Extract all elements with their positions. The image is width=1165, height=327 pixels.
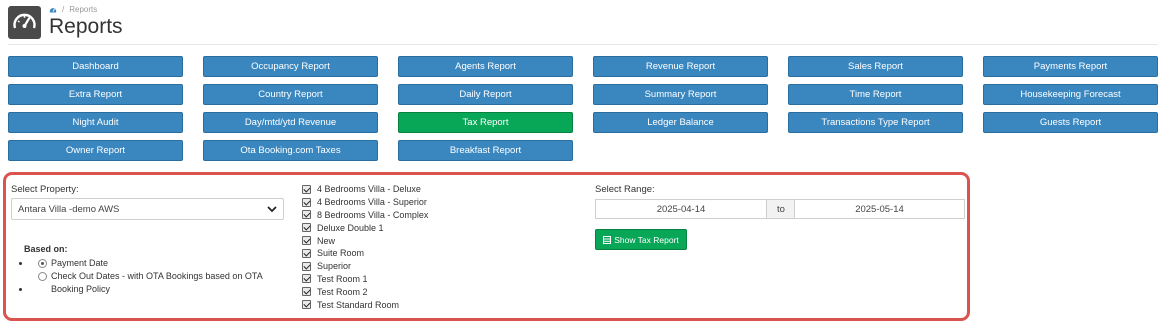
room-label: 4 Bedrooms Villa - Superior — [317, 197, 427, 208]
report-button-summary-report[interactable]: Summary Report — [593, 84, 768, 105]
tax-report-filter-panel: Select Property: Antara Villa -demo AWS … — [3, 172, 970, 321]
report-button-sales-report[interactable]: Sales Report — [788, 56, 963, 77]
report-button-day-mtd-ytd-revenue[interactable]: Day/mtd/ytd Revenue — [203, 112, 378, 133]
room-checkbox[interactable] — [302, 223, 311, 233]
report-button-ledger-balance[interactable]: Ledger Balance — [593, 112, 768, 133]
report-button-occupancy-report[interactable]: Occupancy Report — [203, 56, 378, 77]
property-select[interactable]: Antara Villa -demo AWS — [11, 198, 284, 220]
breadcrumb: / Reports — [49, 5, 97, 14]
report-button-tax-report[interactable]: Tax Report — [398, 112, 573, 133]
report-button-breakfast-report[interactable]: Breakfast Report — [398, 140, 573, 161]
radio-button[interactable] — [38, 272, 47, 281]
room-checkbox[interactable] — [302, 184, 311, 194]
room-label: Test Room 2 — [317, 286, 368, 297]
room-option[interactable]: Deluxe Double 1 — [302, 221, 502, 234]
report-button-transactions-type-report[interactable]: Transactions Type Report — [788, 112, 963, 133]
room-label: Suite Room — [317, 248, 365, 259]
room-label: Test Standard Room — [317, 299, 400, 310]
room-checkbox[interactable] — [302, 248, 311, 258]
room-label: 4 Bedrooms Villa - Deluxe — [317, 184, 421, 195]
option-label: Payment Date — [51, 258, 109, 268]
select-range-label: Select Range: — [595, 184, 655, 195]
radio-button[interactable] — [38, 259, 47, 268]
report-button-agents-report[interactable]: Agents Report — [398, 56, 573, 77]
based-on-option-check-out[interactable]: Check Out Dates - with OTA Bookings base… — [19, 270, 289, 296]
report-button-grid: Dashboard Occupancy Report Agents Report Re… — [8, 56, 1158, 166]
report-button-guests-report[interactable]: Guests Report — [983, 112, 1158, 133]
property-select-value: Antara Villa -demo AWS — [18, 204, 120, 215]
report-button-country-report[interactable]: Country Report — [203, 84, 378, 105]
room-label: 8 Bedrooms Villa - Complex — [317, 209, 429, 220]
report-button-daily-report[interactable]: Daily Report — [398, 84, 573, 105]
room-option[interactable]: New — [302, 234, 502, 247]
report-button-housekeeping-forecast[interactable]: Housekeeping Forecast — [983, 84, 1158, 105]
header-divider — [8, 44, 1158, 45]
report-button-ota-booking-com-taxes[interactable]: Ota Booking.com Taxes — [203, 140, 378, 161]
room-label: Superior — [317, 261, 352, 272]
room-checkbox[interactable] — [302, 287, 311, 297]
option-label: Check Out Dates - with OTA Bookings base… — [51, 271, 263, 294]
room-checkbox[interactable] — [302, 197, 311, 207]
report-button-extra-report[interactable]: Extra Report — [8, 84, 183, 105]
to-label: to — [767, 199, 795, 219]
breadcrumb-current: Reports — [69, 5, 98, 14]
page-title: Reports — [49, 15, 123, 38]
room-option[interactable]: Superior — [302, 260, 502, 273]
room-option[interactable]: Test Room 2 — [302, 285, 502, 298]
table-icon — [603, 235, 612, 244]
room-option[interactable]: Test Room 1 — [302, 273, 502, 286]
date-to-input[interactable]: 2025-05-14 — [794, 199, 965, 219]
room-checkbox[interactable] — [302, 210, 311, 220]
based-on-options: Payment Date Check Out Dates - with OTA … — [19, 257, 289, 296]
date-from-input[interactable]: 2025-04-14 — [595, 199, 767, 219]
report-button-night-audit[interactable]: Night Audit — [8, 112, 183, 133]
bullet — [19, 288, 22, 291]
breadcrumb-separator: / — [62, 5, 65, 14]
room-checkbox[interactable] — [302, 274, 311, 284]
based-on-option-payment-date[interactable]: Payment Date — [19, 257, 289, 270]
speedometer-logo-icon — [8, 6, 41, 39]
report-button-time-report[interactable]: Time Report — [788, 84, 963, 105]
room-checkbox[interactable] — [302, 236, 311, 246]
show-tax-report-button[interactable]: Show Tax Report — [595, 229, 687, 250]
select-property-label: Select Property: — [11, 184, 79, 195]
room-option[interactable]: 4 Bedrooms Villa - Superior — [302, 196, 502, 209]
room-option[interactable]: Test Standard Room — [302, 298, 502, 311]
bullet — [19, 262, 22, 265]
room-option[interactable]: 4 Bedrooms Villa - Deluxe — [302, 183, 502, 196]
room-option[interactable]: 8 Bedrooms Villa - Complex — [302, 209, 502, 222]
room-label: Test Room 1 — [317, 273, 368, 284]
room-label: Deluxe Double 1 — [317, 222, 384, 233]
chevron-down-icon — [267, 206, 277, 213]
report-button-payments-report[interactable]: Payments Report — [983, 56, 1158, 77]
report-button-revenue-report[interactable]: Revenue Report — [593, 56, 768, 77]
room-checkbox[interactable] — [302, 261, 311, 271]
room-type-list: 4 Bedrooms Villa - Deluxe 4 Bedrooms Vill… — [302, 183, 502, 311]
dashboard-icon[interactable] — [49, 6, 57, 14]
page-header: / Reports Reports — [8, 5, 1158, 41]
room-option[interactable]: Suite Room — [302, 247, 502, 260]
based-on-label: Based on: — [24, 244, 68, 254]
report-button-owner-report[interactable]: Owner Report — [8, 140, 183, 161]
room-checkbox[interactable] — [302, 300, 311, 310]
show-tax-report-label: Show Tax Report — [614, 234, 679, 245]
report-button-dashboard[interactable]: Dashboard — [8, 56, 183, 77]
room-label: New — [317, 235, 336, 246]
